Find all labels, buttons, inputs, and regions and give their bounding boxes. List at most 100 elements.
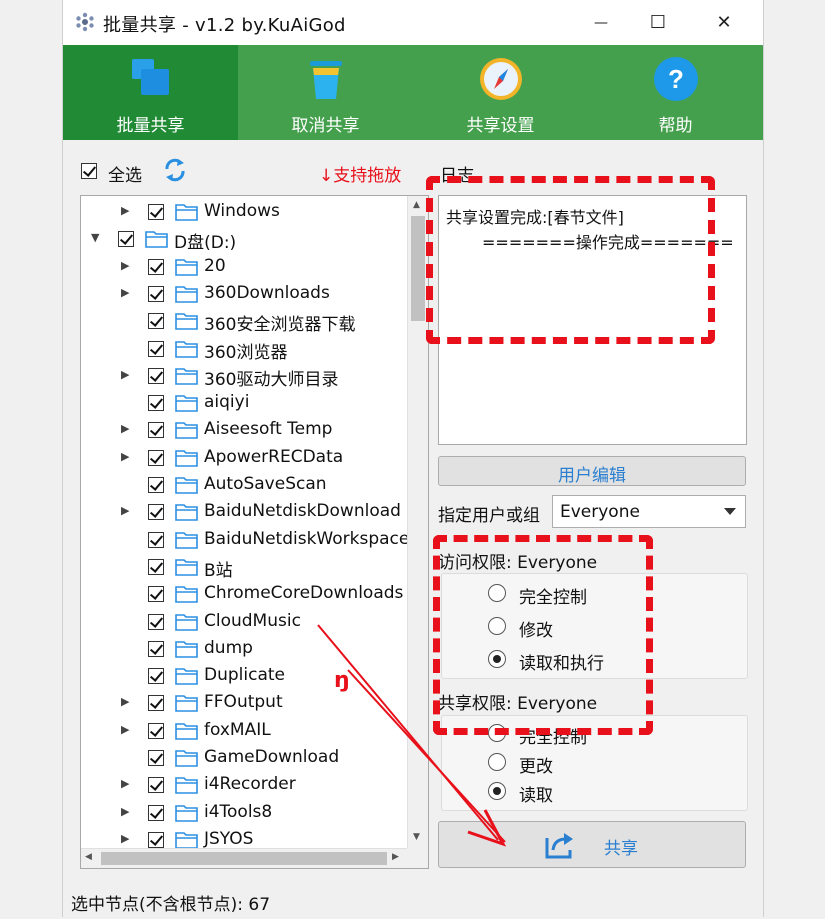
minimize-icon: — [594,14,608,31]
windows-share-icon [132,59,169,95]
tree-item[interactable]: ▶ 20 [81,253,407,280]
tab-label: 批量共享 [116,116,185,136]
tree-item[interactable]: aiqiyi [81,389,407,416]
expand-arrow-icon[interactable]: ▶ [121,450,129,463]
tree-item[interactable]: ▶ Aiseesoft Temp [81,416,407,443]
folder-icon [175,531,198,549]
tree-item-checkbox[interactable] [148,831,164,848]
app-window: 批量共享 - v1.2 by.KuAiGod — ☐ ✕ 批量共享 取消共享 共… [62,0,764,917]
tree-item-checkbox[interactable] [148,640,164,657]
tree-item[interactable]: ▼ D盘(D:) [81,225,407,254]
share-arrow-icon [545,833,573,859]
tree-item-checkbox[interactable] [148,504,164,521]
tree-item-checkbox[interactable] [148,422,164,439]
collapse-arrow-icon[interactable]: ▼ [91,231,99,244]
tree-item[interactable]: 360浏览器 [81,335,407,363]
tree-item-checkbox[interactable] [148,449,164,466]
folder-icon [175,395,198,412]
annotation-mark: ŋ [334,668,350,693]
minimize-button[interactable]: — [578,0,624,45]
tree-item[interactable]: AutoSaveScan [81,471,407,498]
tree-item-checkbox[interactable] [148,395,164,412]
tree-item-label: BaiduNetdiskWorkspace [204,528,410,549]
tree-item-checkbox[interactable] [148,367,164,384]
share-button-label: 共享 [604,839,638,859]
share-option-label: 更改 [519,757,553,777]
scrollbar-thumb[interactable] [411,216,425,321]
tree-item[interactable]: ▶ ApowerRECData [81,444,407,471]
tree-item-checkbox[interactable] [148,777,164,794]
folder-icon [175,613,198,631]
close-button[interactable]: ✕ [701,0,747,45]
tree-item-checkbox[interactable] [118,231,134,248]
tree-item-label: Duplicate [204,665,285,686]
tree-item[interactable]: BaiduNetdiskWorkspace [81,526,410,553]
select-all-checkbox[interactable] [81,163,97,179]
user-edit-button[interactable]: 用户编辑 [438,456,746,486]
folder-icon [175,804,198,822]
tree-item[interactable]: ▶ Windows [81,198,407,225]
tree-item[interactable]: ▶ 360Downloads [81,280,407,307]
horizontal-scrollbar[interactable]: ◀ ▶ [81,848,407,868]
title-bar: 批量共享 - v1.2 by.KuAiGod — ☐ ✕ [63,0,763,45]
expand-arrow-icon[interactable]: ▶ [121,777,129,790]
tree-item-checkbox[interactable] [148,531,164,548]
expand-arrow-icon[interactable]: ▶ [121,723,129,736]
tree-item-checkbox[interactable] [148,258,164,275]
tab-help[interactable]: ? 帮助 [588,45,763,140]
tree-item-checkbox[interactable] [148,668,164,685]
expand-arrow-icon[interactable]: ▶ [121,286,129,299]
tree-item-label: CloudMusic [204,610,301,631]
tree-item-label: ApowerRECData [204,446,344,467]
folder-icon [175,286,198,303]
expand-arrow-icon[interactable]: ▶ [121,368,129,381]
tree-item-checkbox[interactable] [148,750,164,766]
tree-item-label: foxMAIL [204,719,271,740]
tree-item-checkbox[interactable] [148,586,164,603]
tree-item-checkbox[interactable] [148,558,164,575]
folder-icon [175,313,198,330]
tree-item-checkbox[interactable] [148,695,164,712]
refresh-icon[interactable] [163,157,187,183]
tree-item-checkbox[interactable] [148,477,164,493]
tab-cancel-share[interactable]: 取消共享 [238,45,413,140]
tree-item-label: D盘(D:) [174,233,237,254]
maximize-button[interactable]: ☐ [635,0,681,45]
tab-batch-share[interactable]: 批量共享 [63,45,238,140]
tree-item[interactable]: ChromeCoreDownloads [81,580,407,607]
tree-item-checkbox[interactable] [148,613,164,630]
tree-item-checkbox[interactable] [148,804,164,821]
tree-item-checkbox[interactable] [148,340,164,357]
tree-item-label: 360安全浏览器下载 [204,315,356,336]
scroll-up-icon[interactable]: ▲ [413,200,420,210]
expand-arrow-icon[interactable]: ▶ [121,695,129,708]
tree-item-label: B站 [204,560,233,581]
expand-arrow-icon[interactable]: ▶ [121,805,129,818]
scroll-left-icon[interactable]: ◀ [85,852,92,862]
tree-item-checkbox[interactable] [148,722,164,739]
tree-item[interactable]: 360安全浏览器下载 [81,307,407,336]
folder-icon [175,695,198,713]
expand-arrow-icon[interactable]: ▶ [121,204,129,217]
tree-item[interactable]: ▶ 360驱动大师目录 [81,362,407,390]
expand-arrow-icon[interactable]: ▶ [121,422,129,435]
folder-icon [175,777,198,795]
folder-icon [175,340,198,358]
folder-icon [175,586,198,603]
tree-item-checkbox[interactable] [148,204,164,220]
tab-share-settings[interactable]: 共享设置 [413,45,588,140]
folder-icon [175,258,198,276]
expand-arrow-icon[interactable]: ▶ [121,504,129,517]
user-edit-label: 用户编辑 [558,466,626,486]
expand-arrow-icon[interactable]: ▶ [121,832,129,845]
tree-item-label: aiqiyi [204,392,250,413]
close-icon: ✕ [716,12,732,33]
tree-item[interactable]: B站 [81,553,407,581]
tree-item-checkbox[interactable] [148,285,164,302]
tree-item[interactable]: ▶ BaiduNetdiskDownload [81,498,407,525]
tree-item-checkbox[interactable] [148,313,164,330]
scroll-right-icon[interactable]: ▶ [392,852,399,862]
expand-arrow-icon[interactable]: ▶ [121,259,129,272]
user-group-select[interactable]: Everyone [552,495,746,528]
hscrollbar-thumb[interactable] [101,852,387,865]
